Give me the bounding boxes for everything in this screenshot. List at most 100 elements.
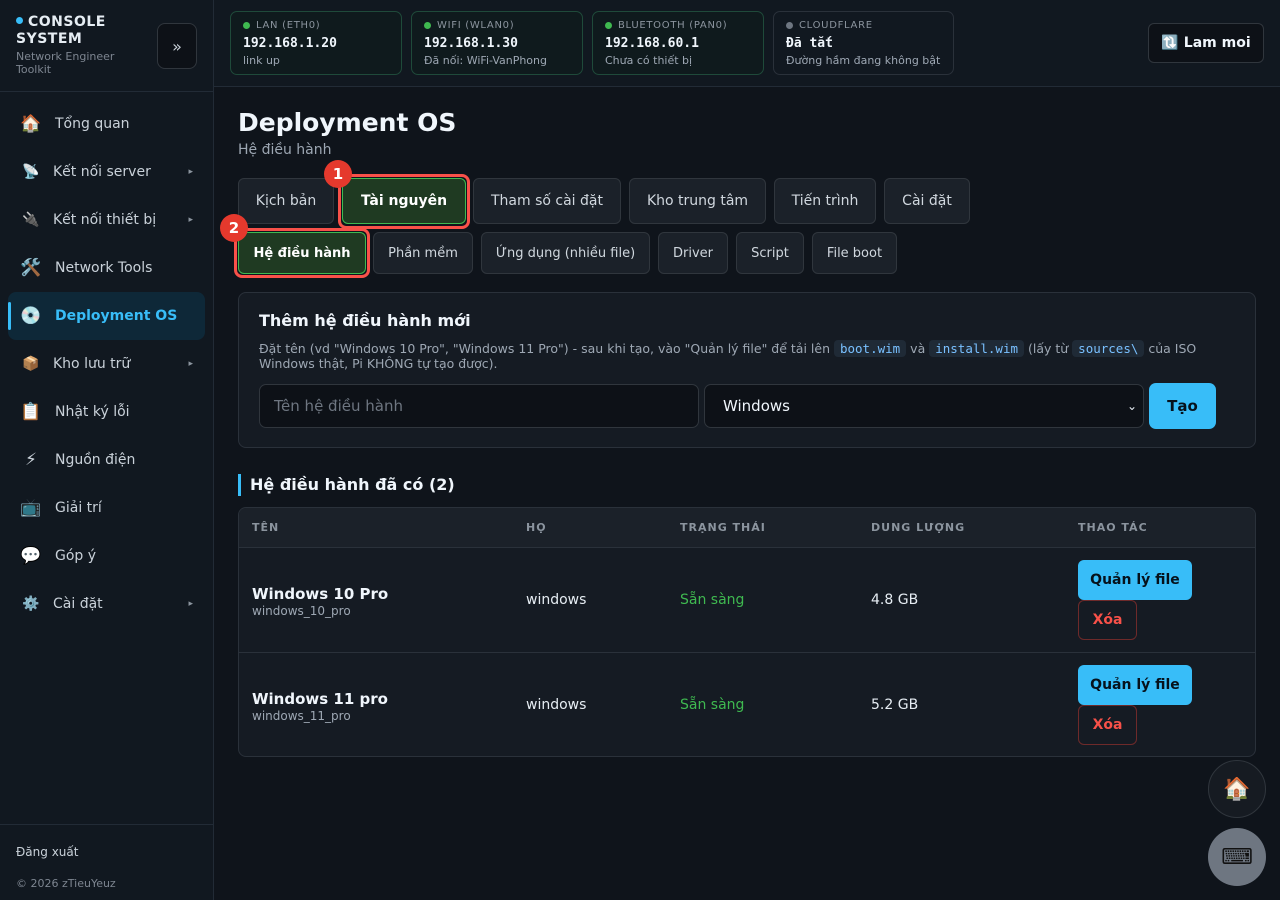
table-row: Windows 11 pro windows_11_pro windows Sẵ… (239, 653, 1255, 756)
keyboard-icon: ⌨ (1221, 844, 1253, 870)
divider (0, 824, 213, 825)
plug-icon: 🔌 (22, 212, 40, 228)
os-slug: windows_10_pro (252, 604, 351, 618)
sidebar-item-label: Network Tools (55, 260, 153, 276)
speech-bubble-icon: 💬 (20, 546, 42, 566)
section-title: Hệ điều hành đã có (2) (238, 474, 455, 496)
status-dot-icon (786, 22, 793, 29)
network-card-bluetooth: BLUETOOTH (PAN0) 192.168.60.1 Chưa có th… (592, 11, 764, 75)
os-family-value: Windows (723, 397, 790, 415)
tab-progress[interactable]: Tiến trình (774, 178, 876, 224)
chevron-down-icon: ⌄ (1126, 399, 1137, 413)
create-button[interactable]: Tạo (1149, 383, 1216, 429)
subtab-apps-multi[interactable]: Ứng dụng (nhiều file) (481, 232, 650, 274)
os-family-select[interactable]: Windows ⌄ (704, 384, 1144, 428)
tab-settings[interactable]: Cài đặt (884, 178, 970, 224)
status-dot-icon (605, 22, 612, 29)
status-dot-icon (243, 22, 250, 29)
sidebar-item-storage[interactable]: 📦 Kho lưu trữ ▸ (8, 340, 205, 388)
column-header: THAO TÁC (1078, 521, 1148, 534)
network-label: CLOUDFLARE (799, 20, 873, 31)
network-card-wifi: WIFI (WLAN0) 192.168.1.30 Đã nối: WiFi-V… (411, 11, 583, 75)
network-status: Đã nối: WiFi-VanPhong (424, 54, 547, 67)
column-header: HỌ (526, 521, 547, 534)
sidebar-item-entertainment[interactable]: 📺 Giải trí (8, 484, 205, 532)
network-ip: 192.168.1.20 (243, 36, 337, 51)
sidebar-item-overview[interactable]: 🏠 Tổng quan (8, 100, 205, 148)
delete-button[interactable]: Xóa (1078, 600, 1137, 640)
column-header: TÊN (252, 521, 280, 534)
page-subtitle: Hệ điều hành (238, 142, 332, 158)
subtab-file-boot[interactable]: File boot (812, 232, 897, 274)
sidebar-item-network-tools[interactable]: 🛠️ Network Tools (8, 244, 205, 292)
sidebar-item-label: Kho lưu trữ (53, 356, 131, 372)
sidebar-item-label: Deployment OS (55, 308, 178, 324)
sidebar-item-device[interactable]: 🔌 Kết nối thiết bị ▸ (8, 196, 205, 244)
page-title: Deployment OS (238, 108, 457, 137)
subtab-os[interactable]: Hệ điều hành (238, 232, 366, 274)
sidebar-item-label: Kết nối server (53, 164, 151, 180)
sidebar-item-server[interactable]: 📡 Kết nối server ▸ (8, 148, 205, 196)
sidebar-item-label: Nguồn điện (55, 452, 136, 468)
chevron-right-icon: ▸ (188, 359, 193, 369)
delete-button[interactable]: Xóa (1078, 705, 1137, 745)
sidebar-item-feedback[interactable]: 💬 Góp ý (8, 532, 205, 580)
os-name: Windows 11 pro (252, 690, 388, 708)
chevron-right-icon: ▸ (188, 599, 193, 609)
sidebar-item-label: Góp ý (55, 548, 97, 564)
disc-icon: 💿 (20, 306, 42, 326)
code-install-wim: install.wim (929, 340, 1025, 357)
subtab-script[interactable]: Script (736, 232, 804, 274)
os-name-cell: Windows 11 pro windows_11_pro (252, 690, 388, 723)
copyright: © 2026 zTieuYeuz (16, 877, 116, 890)
network-status: Đường hầm đang không bật (786, 54, 941, 67)
subtab-software[interactable]: Phần mềm (373, 232, 473, 274)
sidebar-item-deployment-os[interactable]: 💿 Deployment OS (8, 292, 205, 340)
manage-files-button[interactable]: Quản lý file (1078, 665, 1192, 705)
table-row: Windows 10 Pro windows_10_pro windows Sẵ… (239, 548, 1255, 653)
code-sources: sources\ (1072, 340, 1145, 357)
sidebar-item-power[interactable]: ⚡ Nguồn điện (8, 436, 205, 484)
gear-icon: ⚙️ (22, 596, 40, 612)
clipboard-icon: 📋 (20, 402, 42, 422)
refresh-button[interactable]: 🔃 Lam moi (1148, 23, 1264, 63)
os-name-cell: Windows 10 Pro windows_10_pro (252, 585, 388, 618)
step-badge: 1 (324, 160, 352, 188)
brand: CONSOLE SYSTEM Network Engineer Toolkit (16, 14, 151, 76)
chevron-right-icon: ▸ (188, 167, 193, 177)
table-header: TÊN HỌ TRẠNG THÁI DUNG LƯỢNG THAO TÁC (239, 508, 1255, 548)
step-badge: 2 (220, 214, 248, 242)
floating-home-button[interactable]: 🏠 (1208, 760, 1266, 818)
network-ip: 192.168.60.1 (605, 36, 699, 51)
satellite-icon: 📡 (22, 164, 40, 180)
network-ip: Đã tắt (786, 36, 833, 51)
create-os-title: Thêm hệ điều hành mới (259, 311, 471, 330)
logout-link[interactable]: Đăng xuất (16, 845, 78, 859)
floating-keyboard-button[interactable]: ⌨ (1208, 828, 1266, 886)
divider (0, 91, 213, 92)
tab-install-params[interactable]: Tham số cài đặt (473, 178, 621, 224)
tab-scenario[interactable]: Kịch bản (238, 178, 334, 224)
os-family: windows (526, 592, 587, 608)
network-card-lan: LAN (ETH0) 192.168.1.20 link up (230, 11, 402, 75)
tab-central-repo[interactable]: Kho trung tâm (629, 178, 766, 224)
package-icon: 📦 (22, 356, 40, 372)
sidebar-item-error-log[interactable]: 📋 Nhật ký lỗi (8, 388, 205, 436)
tv-icon: 📺 (20, 498, 42, 518)
tab-resources[interactable]: Tài nguyên (342, 178, 466, 224)
sidebar-collapse-button[interactable]: » (157, 23, 197, 69)
subtab-driver[interactable]: Driver (658, 232, 728, 274)
sidebar-nav: 🏠 Tổng quan 📡 Kết nối server ▸ 🔌 Kết nối… (8, 100, 205, 628)
tools-icon: 🛠️ (20, 258, 42, 278)
column-header: TRẠNG THÁI (680, 521, 766, 534)
chevron-right-icon: ▸ (188, 215, 193, 225)
os-name-input[interactable]: Tên hệ điều hành (259, 384, 699, 428)
sidebar-item-label: Kết nối thiết bị (53, 212, 157, 228)
sidebar-item-settings[interactable]: ⚙️ Cài đặt ▸ (8, 580, 205, 628)
column-header: DUNG LƯỢNG (871, 521, 966, 534)
refresh-label: Lam moi (1183, 35, 1251, 51)
network-ip: 192.168.1.30 (424, 36, 518, 51)
os-size: 5.2 GB (871, 697, 919, 713)
os-slug: windows_11_pro (252, 709, 351, 723)
manage-files-button[interactable]: Quản lý file (1078, 560, 1192, 600)
